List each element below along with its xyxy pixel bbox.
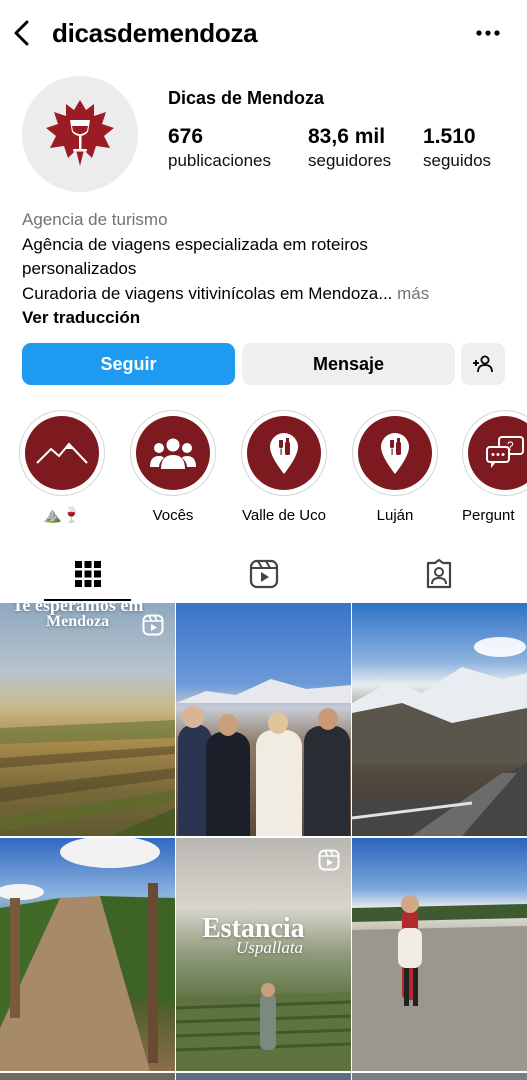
bio-line: Curadoria de viagens vitivinícolas em Me… — [22, 282, 429, 306]
highlight-ring — [241, 410, 327, 496]
highlight-label: ⛰️🍷 — [43, 507, 81, 524]
following-label: seguidos — [423, 151, 492, 170]
highlight-label: Luján — [376, 507, 414, 524]
post-thumbnail[interactable] — [176, 1073, 351, 1080]
reel-badge-icon — [318, 849, 340, 871]
bio-line: personalizados — [22, 259, 137, 278]
highlight-ring: ? — [462, 410, 527, 496]
map-pin-wine-icon — [381, 433, 409, 474]
see-translation-link[interactable]: Ver traducción — [22, 306, 140, 330]
posts-count: 676 — [168, 125, 204, 148]
highlight-cover — [136, 416, 210, 490]
highlight-cover — [25, 416, 99, 490]
highlight-cover — [358, 416, 432, 490]
tagged-person-icon — [426, 559, 451, 589]
active-tab-indicator — [44, 599, 131, 601]
add-person-icon — [473, 355, 493, 373]
stat-following[interactable]: 1.510 seguidos — [423, 124, 491, 172]
highlight-ring — [352, 410, 438, 496]
highlight-voces[interactable]: Vocês — [129, 410, 217, 526]
grid-icon — [74, 561, 101, 587]
stat-posts[interactable]: 676 publicaciones — [168, 124, 271, 172]
message-button[interactable]: Mensaje — [242, 343, 455, 385]
post-thumbnail[interactable]: Estancia Uspallata — [176, 838, 351, 1071]
profile-tabs — [0, 548, 527, 602]
vineyard-rows-image — [0, 838, 175, 1071]
more-options-button[interactable] — [470, 18, 506, 48]
profile-avatar[interactable] — [22, 76, 138, 192]
highlight-lujan[interactable]: Luján — [351, 410, 439, 526]
followers-count: 83,6 mil — [308, 125, 386, 148]
bio-text: Curadoria de viagens vitivinícolas em Me… — [22, 284, 393, 303]
mountain-range-image — [176, 679, 351, 703]
post-thumbnail[interactable]: Te esperamos em Mendoza — [0, 603, 175, 836]
highlight-cover — [247, 416, 321, 490]
highlight-perguntas[interactable]: ? Pergunt — [462, 410, 527, 526]
profile-username: dicasdemendoza — [52, 18, 258, 48]
chat-question-icon: ? — [486, 436, 524, 468]
mountains-icon — [36, 442, 88, 464]
highlight-label: Vocês — [152, 507, 194, 524]
bio-more-link[interactable]: más — [397, 284, 429, 303]
more-horizontal-icon — [476, 30, 500, 36]
highlight-label: Valle de Uco — [242, 507, 326, 524]
post-thumbnail[interactable] — [0, 1073, 175, 1080]
woman-on-road-image — [352, 895, 527, 1071]
highlight-cover: ? — [468, 416, 527, 490]
posts-grid: Te esperamos em Mendoza Estancia Uspalla… — [0, 603, 527, 1080]
posts-label: publicaciones — [168, 151, 272, 170]
stat-followers[interactable]: 83,6 mil seguidores — [308, 124, 391, 172]
post-subtitle: Uspallata — [236, 938, 304, 957]
highlight-label: Pergunt — [462, 507, 515, 524]
post-title: Mendoza — [46, 613, 110, 630]
suggest-accounts-button[interactable] — [461, 343, 505, 385]
bio-line: Agência de viagens especializada em rote… — [22, 235, 368, 254]
vineyard-image — [0, 720, 175, 836]
profile-category: Agencia de turismo — [22, 210, 168, 229]
group-icon — [150, 438, 196, 469]
following-count: 1.510 — [423, 125, 476, 148]
tab-tagged[interactable] — [351, 548, 526, 600]
highlight-mountains-wine[interactable]: ⛰️🍷 — [18, 410, 106, 526]
post-thumbnail[interactable] — [352, 603, 527, 836]
back-button[interactable] — [8, 16, 36, 50]
post-thumbnail[interactable] — [352, 1073, 527, 1080]
group-photo — [176, 706, 351, 836]
top-bar: dicasdemendoza — [0, 0, 527, 66]
profile-display-name: Dicas de Mendoza — [168, 88, 325, 108]
post-thumbnail[interactable] — [352, 838, 527, 1071]
post-thumbnail[interactable] — [0, 838, 175, 1071]
reel-badge-icon — [142, 614, 164, 636]
highlight-valle-de-uco[interactable]: Valle de Uco — [240, 410, 328, 526]
post-thumbnail[interactable] — [176, 603, 351, 836]
estancia-landscape-image — [176, 983, 351, 1071]
vine-leaf-wine-glass-logo — [46, 100, 114, 166]
follow-button[interactable]: Seguir — [22, 343, 235, 385]
followers-label: seguidores — [308, 151, 392, 170]
reels-icon — [249, 559, 278, 589]
chevron-left-icon — [14, 20, 29, 46]
highlight-ring — [130, 410, 216, 496]
mountain-road-image — [352, 637, 527, 836]
map-pin-wine-icon — [270, 433, 298, 474]
tab-reels[interactable] — [176, 548, 351, 600]
tab-posts[interactable] — [0, 548, 175, 600]
highlight-ring — [19, 410, 105, 496]
